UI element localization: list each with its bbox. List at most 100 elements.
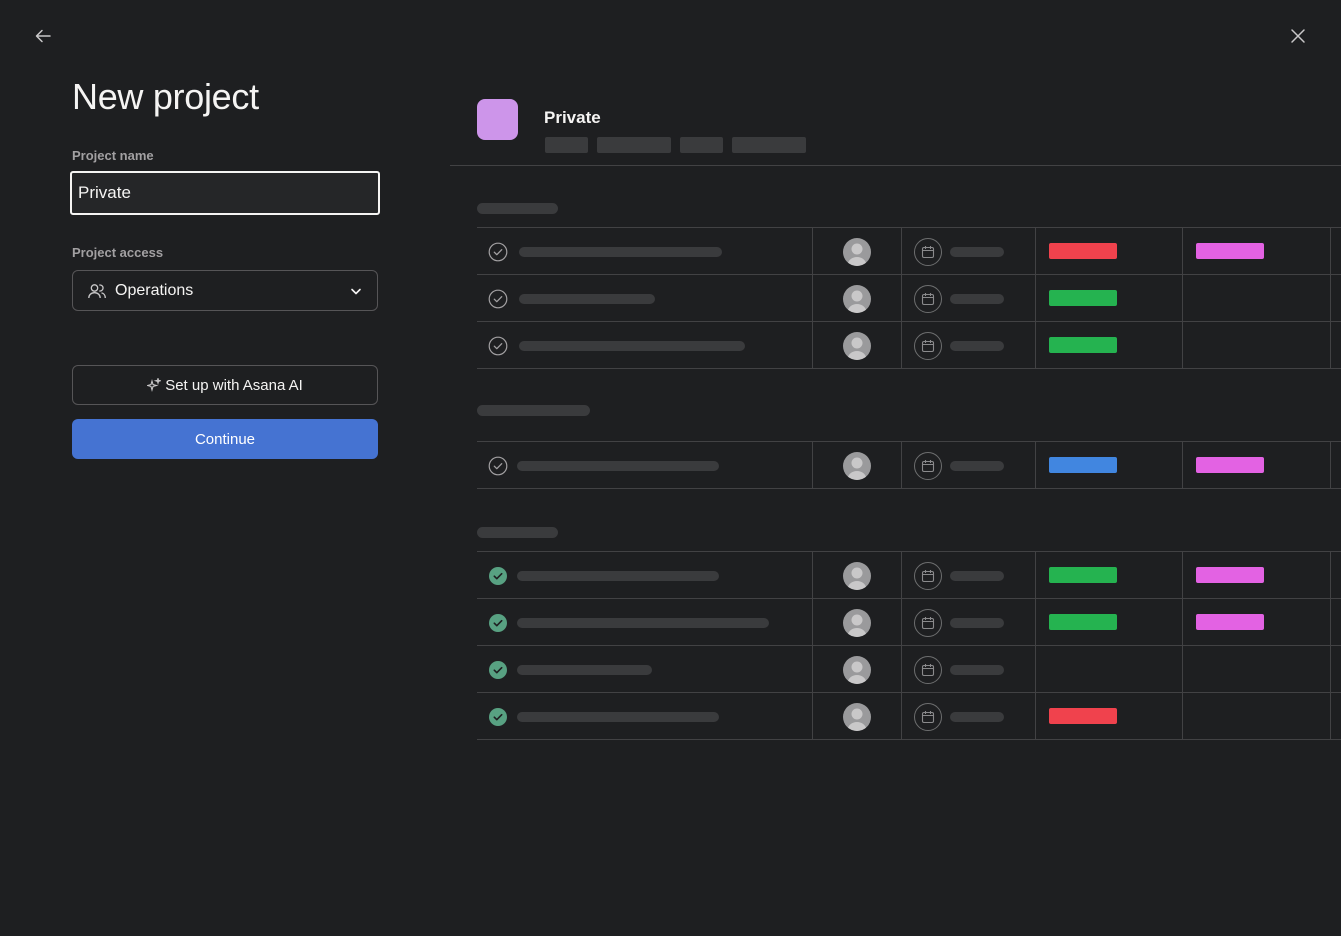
- page-title: New project: [72, 76, 259, 117]
- check-circle-filled-icon: [488, 613, 508, 633]
- check-circle-icon: [488, 336, 508, 356]
- setup-with-ai-button[interactable]: Set up with Asana AI: [72, 365, 378, 405]
- task-row: [477, 693, 1341, 740]
- task-name-placeholder: [519, 247, 722, 257]
- due-date-placeholder: [950, 341, 1004, 351]
- preview-tab-placeholder: [680, 137, 723, 153]
- continue-button[interactable]: Continue: [72, 419, 378, 459]
- calendar-icon: [914, 332, 942, 360]
- avatar: [843, 656, 871, 684]
- column-divider: [901, 322, 902, 368]
- column-divider: [812, 275, 813, 321]
- field-tag: [1049, 567, 1117, 583]
- column-divider: [901, 552, 902, 598]
- column-divider: [1035, 322, 1036, 368]
- column-divider: [812, 322, 813, 368]
- column-divider: [1182, 552, 1183, 598]
- column-divider: [901, 228, 902, 274]
- project-preview: Private: [450, 0, 1341, 936]
- task-table: [477, 227, 1341, 369]
- task-name-placeholder: [517, 665, 652, 675]
- column-divider: [1182, 442, 1183, 488]
- due-date-placeholder: [950, 247, 1004, 257]
- column-divider: [1330, 442, 1331, 488]
- field-tag: [1049, 337, 1117, 353]
- task-row: [477, 442, 1341, 489]
- column-divider: [901, 599, 902, 645]
- field-tag: [1049, 290, 1117, 306]
- calendar-icon: [914, 656, 942, 684]
- setup-with-ai-label: Set up with Asana AI: [165, 376, 303, 394]
- calendar-icon: [914, 238, 942, 266]
- column-divider: [1035, 693, 1036, 739]
- column-divider: [901, 442, 902, 488]
- task-name-placeholder: [517, 571, 719, 581]
- column-divider: [1330, 322, 1331, 368]
- section-header-placeholder: [477, 405, 590, 416]
- field-tag: [1049, 614, 1117, 630]
- due-date-placeholder: [950, 712, 1004, 722]
- column-divider: [812, 552, 813, 598]
- task-name-placeholder: [519, 341, 745, 351]
- check-circle-icon: [488, 456, 508, 476]
- project-access-select[interactable]: Operations: [72, 270, 378, 311]
- project-access-label: Project access: [72, 245, 164, 260]
- column-divider: [1035, 275, 1036, 321]
- column-divider: [1182, 322, 1183, 368]
- due-date-placeholder: [950, 461, 1004, 471]
- avatar: [843, 703, 871, 731]
- preview-tab-placeholder: [597, 137, 671, 153]
- task-row: [477, 646, 1341, 693]
- due-date-placeholder: [950, 571, 1004, 581]
- column-divider: [1182, 646, 1183, 692]
- due-date-placeholder: [950, 665, 1004, 675]
- field-tag: [1049, 708, 1117, 724]
- field-tag: [1196, 614, 1264, 630]
- task-row: [477, 552, 1341, 599]
- calendar-icon: [914, 562, 942, 590]
- task-name-placeholder: [517, 618, 769, 628]
- due-date-placeholder: [950, 618, 1004, 628]
- check-circle-filled-icon: [488, 660, 508, 680]
- column-divider: [1182, 693, 1183, 739]
- calendar-icon: [914, 609, 942, 637]
- column-divider: [812, 228, 813, 274]
- due-date-placeholder: [950, 294, 1004, 304]
- task-row: [477, 228, 1341, 275]
- check-circle-filled-icon: [488, 707, 508, 727]
- column-divider: [1330, 275, 1331, 321]
- field-tag: [1049, 457, 1117, 473]
- column-divider: [812, 646, 813, 692]
- column-divider: [1035, 228, 1036, 274]
- column-divider: [812, 599, 813, 645]
- calendar-icon: [914, 703, 942, 731]
- preview-project-title: Private: [544, 108, 601, 127]
- column-divider: [1330, 599, 1331, 645]
- chevron-down-icon: [349, 284, 363, 298]
- task-row: [477, 599, 1341, 646]
- check-circle-icon: [488, 242, 508, 262]
- sparkle-icon: [147, 378, 162, 392]
- column-divider: [1330, 646, 1331, 692]
- project-name-input[interactable]: [70, 171, 380, 215]
- avatar: [843, 332, 871, 360]
- team-icon: [87, 281, 107, 301]
- column-divider: [901, 646, 902, 692]
- column-divider: [1035, 599, 1036, 645]
- preview-tab-placeholder: [732, 137, 806, 153]
- column-divider: [1182, 599, 1183, 645]
- column-divider: [901, 693, 902, 739]
- preview-header-divider: [450, 165, 1341, 166]
- check-circle-filled-icon: [488, 566, 508, 586]
- field-tag: [1196, 243, 1264, 259]
- check-circle-icon: [488, 289, 508, 309]
- column-divider: [1035, 442, 1036, 488]
- task-row: [477, 275, 1341, 322]
- column-divider: [1035, 552, 1036, 598]
- avatar: [843, 238, 871, 266]
- avatar: [843, 609, 871, 637]
- new-project-dialog: New project Project name Project access …: [0, 0, 1341, 936]
- arrow-left-icon[interactable]: [31, 24, 55, 48]
- column-divider: [812, 442, 813, 488]
- project-access-value: Operations: [115, 281, 194, 299]
